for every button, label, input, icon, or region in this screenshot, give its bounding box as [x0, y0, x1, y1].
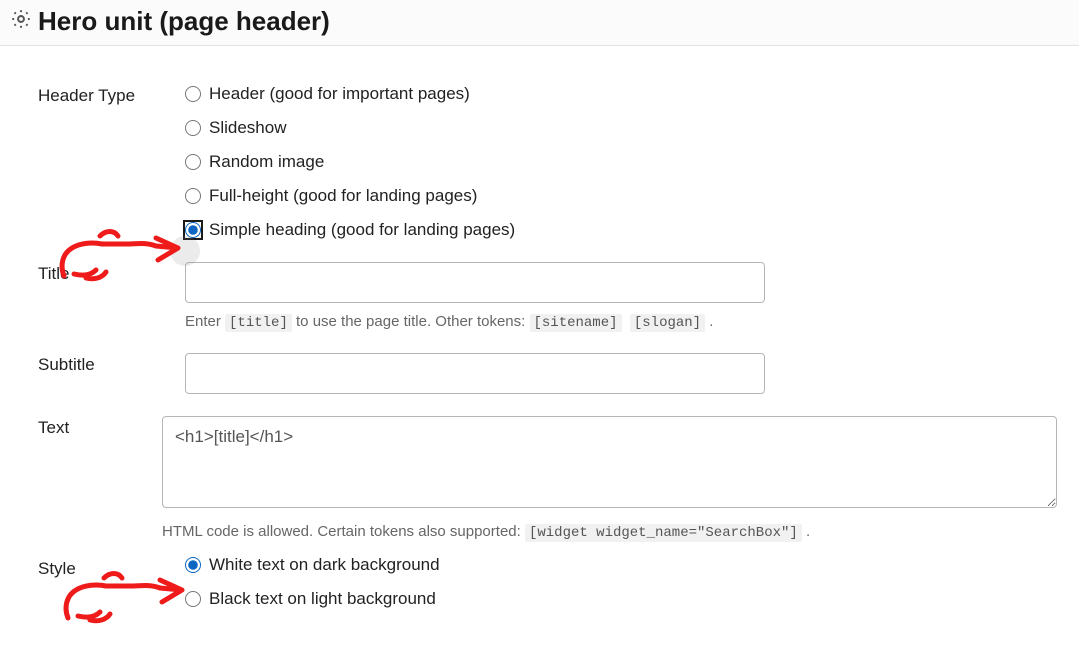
radio-full-height-label: Full-height (good for landing pages) [209, 186, 477, 206]
radio-white-on-dark[interactable]: White text on dark background [185, 555, 1057, 575]
token-widget: [widget widget_name="SearchBox"] [525, 524, 802, 542]
token-sitename: [sitename] [530, 314, 622, 332]
radio-full-height-input[interactable] [185, 188, 201, 204]
gear-icon [10, 8, 32, 35]
label-text: Text [10, 416, 162, 438]
panel-title: Hero unit (page header) [38, 6, 330, 37]
radio-slideshow[interactable]: Slideshow [185, 118, 1057, 138]
subtitle-input[interactable] [185, 353, 765, 394]
radio-slideshow-input[interactable] [185, 120, 201, 136]
radio-black-on-light-input[interactable] [185, 591, 201, 607]
text-help: HTML code is allowed. Certain tokens als… [162, 523, 1057, 541]
radio-simple-heading-label: Simple heading (good for landing pages) [209, 220, 515, 240]
label-subtitle: Subtitle [10, 353, 185, 375]
radio-random-image-label: Random image [209, 152, 324, 172]
title-input[interactable] [185, 262, 765, 303]
radio-black-on-light-label: Black text on light background [209, 589, 436, 609]
radio-slideshow-label: Slideshow [209, 118, 287, 138]
radio-black-on-light[interactable]: Black text on light background [185, 589, 1057, 609]
label-style: Style [10, 555, 185, 579]
text-textarea[interactable] [162, 416, 1057, 508]
label-title: Title [10, 262, 185, 284]
radio-header[interactable]: Header (good for important pages) [185, 84, 1057, 104]
panel-header: Hero unit (page header) [0, 0, 1079, 46]
radio-white-on-dark-label: White text on dark background [209, 555, 440, 575]
radio-full-height[interactable]: Full-height (good for landing pages) [185, 186, 1057, 206]
radio-header-label: Header (good for important pages) [209, 84, 470, 104]
radio-simple-heading[interactable]: Simple heading (good for landing pages) [185, 220, 1057, 240]
title-help: Enter [title] to use the page title. Oth… [185, 313, 1057, 331]
radio-random-image[interactable]: Random image [185, 152, 1057, 172]
token-slogan: [slogan] [630, 314, 705, 332]
radio-header-input[interactable] [185, 86, 201, 102]
token-title: [title] [225, 314, 292, 332]
radio-simple-heading-input[interactable] [185, 222, 201, 238]
label-header-type: Header Type [10, 84, 185, 106]
radio-white-on-dark-input[interactable] [185, 557, 201, 573]
radio-random-image-input[interactable] [185, 154, 201, 170]
